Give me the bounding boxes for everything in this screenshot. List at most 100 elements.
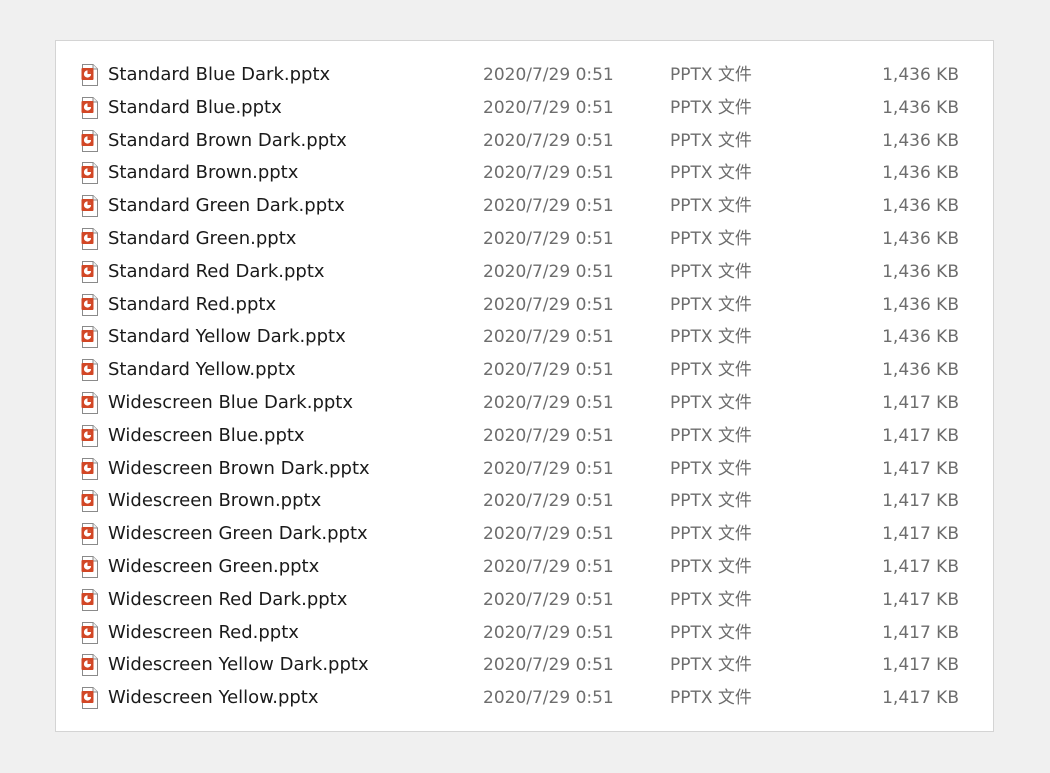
file-name: Standard Green.pptx [108,227,297,249]
file-type: PPTX 文件 [670,294,752,315]
file-modified-date: 2020/7/29 0:51 [483,458,614,479]
file-size: 1,417 KB [882,589,959,610]
file-row[interactable]: Standard Brown.pptx 2020/7/29 0:51 PPTX … [56,157,993,190]
file-row[interactable]: Widescreen Red Dark.pptx 2020/7/29 0:51 … [56,584,993,617]
file-type: PPTX 文件 [670,524,752,545]
file-type: PPTX 文件 [670,622,752,643]
file-modified-date: 2020/7/29 0:51 [483,130,614,151]
file-name: Widescreen Brown.pptx [108,490,322,512]
file-row[interactable]: Standard Yellow Dark.pptx 2020/7/29 0:51… [56,321,993,354]
file-name: Widescreen Blue.pptx [108,424,305,446]
file-type: PPTX 文件 [670,556,752,577]
pptx-file-icon [81,227,99,250]
file-row[interactable]: Widescreen Brown Dark.pptx 2020/7/29 0:5… [56,453,993,486]
file-modified-date: 2020/7/29 0:51 [483,622,614,643]
pptx-file-icon [81,555,99,578]
file-size: 1,417 KB [882,491,959,512]
file-type: PPTX 文件 [670,491,752,512]
pptx-file-icon [81,424,99,447]
file-modified-date: 2020/7/29 0:51 [483,196,614,217]
file-name: Standard Blue Dark.pptx [108,64,331,85]
file-row[interactable]: Standard Blue.pptx 2020/7/29 0:51 PPTX 文… [56,92,993,125]
pptx-file-icon [81,195,99,218]
file-row[interactable]: Widescreen Red.pptx 2020/7/29 0:51 PPTX … [56,617,993,650]
file-type: PPTX 文件 [670,589,752,610]
file-type: PPTX 文件 [670,196,752,217]
file-row[interactable]: Widescreen Yellow.pptx 2020/7/29 0:51 PP… [56,682,993,715]
file-type: PPTX 文件 [670,228,752,249]
file-row[interactable]: Standard Red Dark.pptx 2020/7/29 0:51 PP… [56,256,993,289]
pptx-file-icon [81,162,99,185]
file-name: Standard Brown.pptx [108,162,299,184]
pptx-file-icon [81,326,99,349]
file-size: 1,436 KB [882,130,959,151]
file-size: 1,436 KB [882,196,959,217]
file-type: PPTX 文件 [670,392,752,413]
file-name: Widescreen Red.pptx [108,621,299,643]
file-row[interactable]: Standard Green.pptx 2020/7/29 0:51 PPTX … [56,223,993,256]
file-modified-date: 2020/7/29 0:51 [483,491,614,512]
file-size: 1,417 KB [882,524,959,545]
file-modified-date: 2020/7/29 0:51 [483,228,614,249]
file-row[interactable]: Standard Blue Dark.pptx 2020/7/29 0:51 P… [56,59,993,92]
file-modified-date: 2020/7/29 0:51 [483,327,614,348]
file-type: PPTX 文件 [670,458,752,479]
file-row[interactable]: Standard Yellow.pptx 2020/7/29 0:51 PPTX… [56,354,993,387]
file-type: PPTX 文件 [670,327,752,348]
file-modified-date: 2020/7/29 0:51 [483,655,614,676]
file-size: 1,417 KB [882,425,959,446]
file-modified-date: 2020/7/29 0:51 [483,589,614,610]
file-row[interactable]: Widescreen Green.pptx 2020/7/29 0:51 PPT… [56,551,993,584]
file-modified-date: 2020/7/29 0:51 [483,392,614,413]
file-row[interactable]: Standard Red.pptx 2020/7/29 0:51 PPTX 文件… [56,289,993,322]
file-name: Widescreen Yellow.pptx [108,687,319,709]
file-size: 1,417 KB [882,655,959,676]
file-modified-date: 2020/7/29 0:51 [483,163,614,184]
file-row[interactable]: Standard Green Dark.pptx 2020/7/29 0:51 … [56,190,993,223]
file-list-panel: Standard Blue Dark.pptx 2020/7/29 0:51 P… [55,40,994,732]
file-name: Standard Brown Dark.pptx [108,129,347,151]
file-row[interactable]: Standard Brown Dark.pptx 2020/7/29 0:51 … [56,125,993,158]
file-modified-date: 2020/7/29 0:51 [483,65,614,85]
file-size: 1,417 KB [882,556,959,577]
file-type: PPTX 文件 [670,130,752,151]
file-size: 1,436 KB [882,163,959,184]
file-type: PPTX 文件 [670,360,752,381]
file-size: 1,436 KB [882,228,959,249]
file-modified-date: 2020/7/29 0:51 [483,97,614,118]
pptx-file-icon [81,687,99,710]
file-modified-date: 2020/7/29 0:51 [483,261,614,282]
file-modified-date: 2020/7/29 0:51 [483,556,614,577]
file-name: Widescreen Yellow Dark.pptx [108,654,369,676]
file-modified-date: 2020/7/29 0:51 [483,360,614,381]
file-size: 1,417 KB [882,688,959,709]
pptx-file-icon [81,96,99,119]
file-type: PPTX 文件 [670,655,752,676]
file-name: Standard Yellow.pptx [108,359,296,381]
file-row[interactable]: Widescreen Brown.pptx 2020/7/29 0:51 PPT… [56,485,993,518]
file-name: Standard Yellow Dark.pptx [108,326,346,348]
pptx-file-icon [81,523,99,546]
file-row[interactable]: Widescreen Green Dark.pptx 2020/7/29 0:5… [56,518,993,551]
pptx-file-icon [81,490,99,513]
pptx-file-icon [81,293,99,316]
file-size: 1,436 KB [882,97,959,118]
pptx-file-icon [81,64,99,86]
file-size: 1,417 KB [882,392,959,413]
file-type: PPTX 文件 [670,97,752,118]
pptx-file-icon [81,260,99,283]
pptx-file-icon [81,654,99,677]
pptx-file-icon [81,359,99,382]
file-row[interactable]: Widescreen Yellow Dark.pptx 2020/7/29 0:… [56,649,993,682]
file-row[interactable]: Widescreen Blue Dark.pptx 2020/7/29 0:51… [56,387,993,420]
file-type: PPTX 文件 [670,425,752,446]
pptx-file-icon [81,588,99,611]
file-type: PPTX 文件 [670,261,752,282]
file-row[interactable]: Widescreen Blue.pptx 2020/7/29 0:51 PPTX… [56,420,993,453]
file-name: Widescreen Brown Dark.pptx [108,457,370,479]
file-size: 1,417 KB [882,622,959,643]
file-size: 1,436 KB [882,294,959,315]
file-size: 1,436 KB [882,360,959,381]
file-list: Standard Blue Dark.pptx 2020/7/29 0:51 P… [56,59,993,715]
file-name: Widescreen Blue Dark.pptx [108,391,354,413]
